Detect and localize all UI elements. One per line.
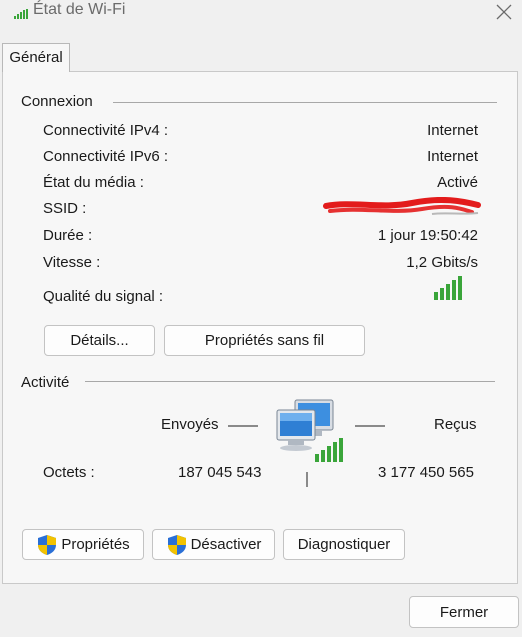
activity-divider [85, 381, 495, 382]
activity-heading: Activité [21, 374, 70, 391]
properties-button-label: Propriétés [61, 536, 130, 553]
signal-strength-icon [434, 276, 462, 300]
diagnose-button[interactable]: Diagnostiquer [283, 529, 405, 560]
window-close-button[interactable] [490, 0, 518, 24]
speed-value: 1,2 Gbits/s [406, 254, 478, 271]
uac-shield-icon [38, 534, 57, 555]
received-line [355, 425, 385, 427]
details-button[interactable]: Détails... [44, 325, 155, 356]
duration-value: 1 jour 19:50:42 [377, 227, 478, 244]
speed-label: Vitesse : [43, 254, 101, 271]
activity-separator [306, 472, 308, 487]
ipv4-label: Connectivité IPv4 : [43, 122, 169, 139]
received-label: Reçus [434, 416, 477, 433]
sent-label: Envoyés [161, 416, 219, 433]
window-title: État de Wi-Fi [33, 1, 126, 18]
sent-line [228, 425, 258, 427]
bytes-received-value: 3 177 450 565 [378, 464, 474, 481]
properties-button[interactable]: Propriétés [22, 529, 144, 560]
bytes-label: Octets : [43, 464, 95, 481]
media-state-value: Activé [437, 174, 478, 191]
title-bar: État de Wi-Fi [0, 0, 522, 26]
ipv4-value: Internet [427, 122, 478, 139]
signal-quality-label: Qualité du signal : [43, 288, 164, 305]
uac-shield-icon [167, 534, 186, 555]
ipv6-value: Internet [427, 148, 478, 165]
close-icon [496, 4, 512, 20]
ssid-redaction-scribble [323, 197, 481, 215]
ssid-label: SSID : [43, 200, 87, 217]
bytes-sent-value: 187 045 543 [178, 464, 262, 481]
media-state-label: État du média : [43, 174, 144, 191]
wifi-signal-icon [14, 9, 28, 19]
close-button[interactable]: Fermer [409, 596, 519, 628]
disable-button-label: Désactiver [190, 536, 262, 553]
connection-heading: Connexion [21, 93, 93, 110]
disable-button[interactable]: Désactiver [152, 529, 275, 560]
tab-general[interactable]: Général [2, 43, 70, 72]
network-computers-icon [276, 399, 343, 462]
connection-divider [113, 102, 497, 103]
wireless-properties-button[interactable]: Propriétés sans fil [164, 325, 365, 356]
ipv6-label: Connectivité IPv6 : [43, 148, 169, 165]
duration-label: Durée : [43, 227, 93, 244]
